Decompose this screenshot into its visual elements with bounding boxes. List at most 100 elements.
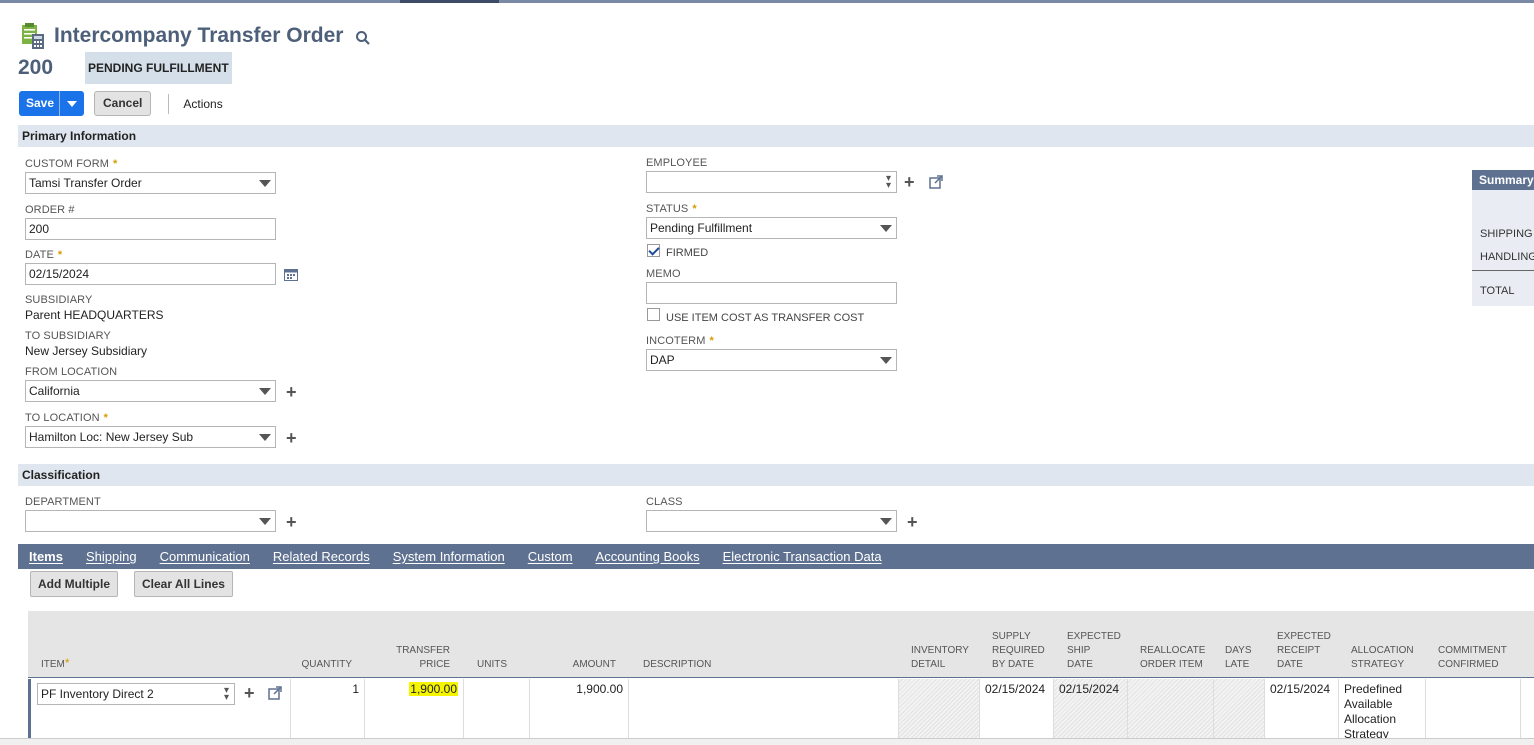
column-header-transfer-price[interactable]: TRANSFER PRICE xyxy=(364,644,450,672)
commitment-confirmed-cell[interactable] xyxy=(1426,679,1521,741)
horizontal-scrollbar[interactable] xyxy=(0,738,1534,745)
cancel-button[interactable]: Cancel xyxy=(94,91,152,116)
firmed-checkbox[interactable] xyxy=(647,244,660,257)
status-field: STATUS * Pending Fulfillment xyxy=(646,203,897,239)
primary-information-section-header[interactable]: Primary Information xyxy=(18,125,1534,147)
quantity-cell[interactable]: 1 xyxy=(291,679,365,741)
from-location-label: FROM LOCATION xyxy=(25,366,118,378)
double-chevron-down-icon: ▾ ▾ xyxy=(885,173,891,191)
status-badge: PENDING FULFILLMENT xyxy=(85,52,232,84)
search-icon[interactable] xyxy=(355,30,371,46)
department-field: DEPARTMENT xyxy=(25,496,276,532)
to-location-select[interactable]: Hamilton Loc: New Jersey Sub xyxy=(25,426,276,448)
table-row[interactable]: PF Inventory Direct 2 ▾ ▾ + 1 1,900.00 1,9… xyxy=(28,679,1534,741)
add-from-location-plus-icon[interactable]: + xyxy=(286,383,297,401)
amount-cell[interactable]: 1,900.00 xyxy=(530,679,629,741)
to-location-label: TO LOCATION xyxy=(25,412,100,424)
inventory-detail-cell xyxy=(899,679,980,741)
column-header-allocation-strategy[interactable]: ALLOCATION STRATEGY xyxy=(1351,644,1414,672)
tab-system-information[interactable]: System Information xyxy=(393,549,505,564)
subsidiary-field: SUBSIDIARY Parent HEADQUARTERS xyxy=(25,294,276,323)
summary-divider xyxy=(1472,270,1534,271)
tab-custom[interactable]: Custom xyxy=(528,549,573,564)
column-header-expected-receipt-date[interactable]: EXPECTED RECEIPT DATE xyxy=(1277,630,1331,672)
add-multiple-button[interactable]: Add Multiple xyxy=(30,571,118,597)
dropdown-caret-icon xyxy=(880,225,892,232)
item-value: PF Inventory Direct 2 xyxy=(41,687,154,701)
items-grid-header: ITEM* QUANTITY TRANSFER PRICE UNITS AMOUN… xyxy=(28,611,1534,678)
summary-handling-label: HANDLING xyxy=(1480,251,1534,263)
date-label: DATE xyxy=(25,249,54,261)
units-cell[interactable] xyxy=(464,679,530,741)
open-external-icon[interactable] xyxy=(929,175,943,189)
days-late-cell xyxy=(1214,679,1265,741)
summary-shipping-label: SHIPPING C xyxy=(1480,228,1534,240)
actions-menu[interactable]: Actions xyxy=(183,97,222,111)
incoterm-value: DAP xyxy=(650,353,675,367)
memo-input[interactable] xyxy=(646,282,897,304)
add-to-location-plus-icon[interactable]: + xyxy=(286,429,297,447)
add-department-plus-icon[interactable]: + xyxy=(286,513,297,531)
tab-shipping[interactable]: Shipping xyxy=(86,549,137,564)
status-select[interactable]: Pending Fulfillment xyxy=(646,217,897,239)
tab-related-records[interactable]: Related Records xyxy=(273,549,370,564)
item-select[interactable]: PF Inventory Direct 2 ▾ ▾ xyxy=(37,683,235,705)
column-header-description[interactable]: DESCRIPTION xyxy=(643,658,711,672)
transaction-record-icon xyxy=(22,23,44,49)
use-item-cost-checkbox[interactable] xyxy=(647,308,660,321)
column-header-amount[interactable]: AMOUNT xyxy=(530,658,616,672)
add-item-plus-icon[interactable]: + xyxy=(244,684,255,702)
column-header-commitment-confirmed[interactable]: COMMITMENT CONFIRMED xyxy=(1438,644,1507,672)
calendar-icon[interactable] xyxy=(284,268,298,281)
class-field: CLASS xyxy=(646,496,897,532)
custom-form-select[interactable]: Tamsi Transfer Order xyxy=(25,172,276,194)
open-external-icon[interactable] xyxy=(268,686,282,700)
transfer-price-cell[interactable]: 1,900.00 xyxy=(365,679,464,741)
column-header-reallocate-order-item[interactable]: REALLOCATE ORDER ITEM xyxy=(1140,644,1205,672)
from-location-select[interactable]: California xyxy=(25,380,276,402)
classification-section-header[interactable]: Classification xyxy=(18,464,1534,486)
allocation-strategy-cell[interactable]: Predefined Available Allocation Strategy xyxy=(1339,679,1426,741)
custom-form-value: Tamsi Transfer Order xyxy=(29,176,142,190)
subsidiary-label: SUBSIDIARY xyxy=(25,294,93,306)
column-header-inventory-detail[interactable]: INVENTORY DETAIL xyxy=(911,644,969,672)
column-header-quantity[interactable]: QUANTITY xyxy=(290,658,352,672)
column-header-expected-ship-date[interactable]: EXPECTED SHIP DATE xyxy=(1067,630,1121,672)
memo-label: MEMO xyxy=(646,268,681,280)
button-divider xyxy=(168,93,170,114)
top-nav-strip xyxy=(0,0,1534,3)
tab-accounting-books[interactable]: Accounting Books xyxy=(596,549,700,564)
subtab-bar: Items Shipping Communication Related Rec… xyxy=(18,544,1534,574)
save-button[interactable]: Save xyxy=(19,91,60,116)
date-input[interactable]: 02/15/2024 xyxy=(25,263,276,285)
column-header-supply-required-by-date[interactable]: SUPPLY REQUIRED BY DATE xyxy=(992,630,1045,672)
summary-total-label: TOTAL xyxy=(1480,285,1515,297)
class-select[interactable] xyxy=(646,510,897,532)
summary-title: Summary xyxy=(1472,170,1534,190)
dropdown-caret-icon xyxy=(259,388,271,395)
save-options-dropdown[interactable] xyxy=(60,91,84,116)
order-number-input[interactable]: 200 xyxy=(25,218,276,240)
column-header-days-late[interactable]: DAYS LATE xyxy=(1225,644,1252,672)
add-class-plus-icon[interactable]: + xyxy=(907,513,918,531)
add-employee-plus-icon[interactable]: + xyxy=(904,173,915,191)
incoterm-select[interactable]: DAP xyxy=(646,349,897,371)
department-label: DEPARTMENT xyxy=(25,496,101,508)
expected-receipt-date-cell[interactable]: 02/15/2024 xyxy=(1265,679,1339,741)
employee-select[interactable]: ▾ ▾ xyxy=(646,171,897,193)
page-header: Intercompany Transfer Order xyxy=(20,22,371,50)
required-star: * xyxy=(103,412,109,424)
expected-ship-date-cell: 02/15/2024 xyxy=(1054,679,1128,741)
column-header-units[interactable]: UNITS xyxy=(477,658,507,672)
reallocate-order-item-cell xyxy=(1128,679,1214,741)
required-star: * xyxy=(57,249,63,261)
column-header-item[interactable]: ITEM* xyxy=(41,656,70,672)
required-star: * xyxy=(64,656,70,670)
clear-all-lines-button[interactable]: Clear All Lines xyxy=(134,571,233,597)
department-select[interactable] xyxy=(25,510,276,532)
tab-communication[interactable]: Communication xyxy=(160,549,250,564)
description-cell[interactable] xyxy=(629,679,899,741)
tab-electronic-transaction-data[interactable]: Electronic Transaction Data xyxy=(723,549,882,564)
supply-required-cell[interactable]: 02/15/2024 xyxy=(980,679,1054,741)
tab-items[interactable]: Items xyxy=(29,549,63,574)
